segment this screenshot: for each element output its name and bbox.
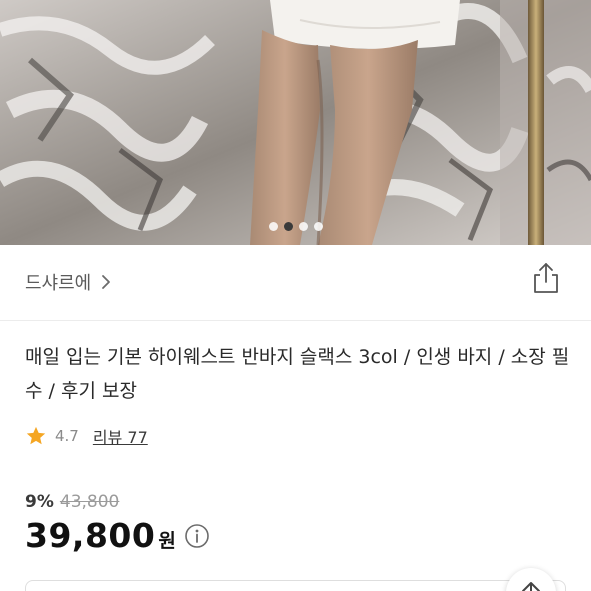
currency-unit: 원 (158, 530, 176, 552)
coupon-box[interactable] (25, 580, 566, 591)
pagination-dot-active[interactable] (283, 222, 293, 231)
gallery-pagination[interactable] (0, 222, 591, 231)
chevron-right-icon (102, 275, 111, 289)
sale-price: 39,800 (25, 516, 156, 555)
price-discount-row: 9% 43,800 (25, 492, 119, 512)
discount-rate: 9% (25, 492, 54, 512)
pagination-dot[interactable] (298, 222, 308, 231)
star-icon (26, 426, 46, 445)
pagination-dot[interactable] (313, 222, 323, 231)
info-icon[interactable] (184, 523, 210, 549)
product-title: 매일 입는 기본 하이웨스트 반바지 슬랙스 3col / 인생 바지 / 소장… (25, 346, 570, 402)
price-row: 39,800 원 (25, 516, 210, 555)
shop-name: 드샤르에 (25, 273, 92, 294)
rating-value: 4.7 (55, 427, 79, 445)
arrow-up-icon (522, 582, 540, 591)
shop-row: 드샤르에 (0, 245, 591, 321)
pagination-dot[interactable] (268, 222, 278, 231)
original-price: 43,800 (59, 492, 120, 512)
shop-link[interactable]: 드샤르에 (25, 269, 111, 295)
rating-row: 4.7 리뷰 77 (25, 424, 148, 448)
scroll-top-button[interactable] (506, 568, 556, 591)
share-icon[interactable] (530, 261, 562, 295)
review-count-link[interactable]: 리뷰 77 (93, 424, 148, 448)
product-photo (0, 0, 591, 245)
product-image-gallery[interactable] (0, 0, 591, 245)
